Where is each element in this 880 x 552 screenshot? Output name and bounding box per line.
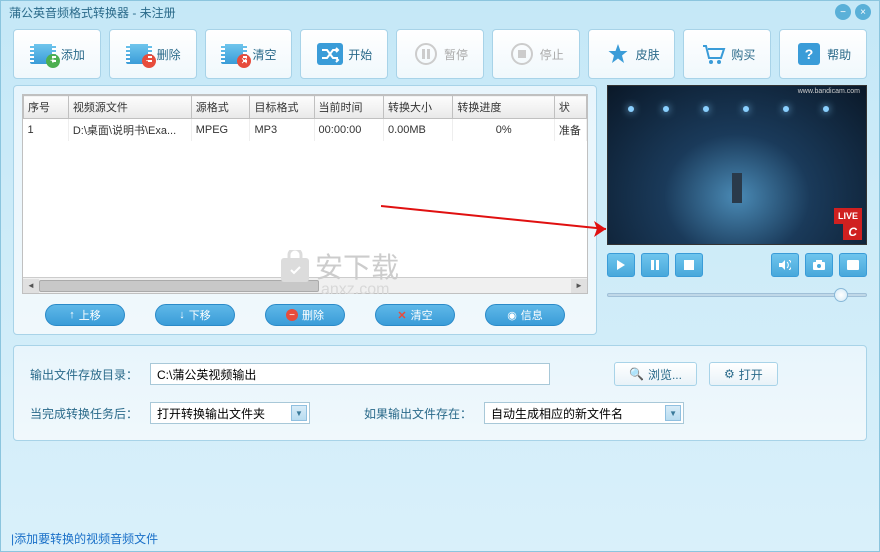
chevron-down-icon: ▼ <box>665 405 681 421</box>
move-down-button[interactable]: ↓下移 <box>155 304 235 326</box>
skin-button[interactable]: 皮肤 <box>588 29 676 79</box>
titlebar: 蒲公英音频格式转换器 - 未注册 − × <box>1 1 879 23</box>
close-button[interactable]: × <box>855 4 871 20</box>
list-delete-button[interactable]: −删除 <box>265 304 345 326</box>
minimize-button[interactable]: − <box>835 4 851 20</box>
play-button[interactable] <box>607 253 635 277</box>
pause-button[interactable]: 暂停 <box>396 29 484 79</box>
col-srcfmt[interactable]: 源格式 <box>191 96 250 119</box>
start-button[interactable]: 开始 <box>300 29 388 79</box>
info-icon: ◉ <box>507 309 517 322</box>
down-arrow-icon: ↓ <box>179 309 185 321</box>
app-window: 蒲公英音频格式转换器 - 未注册 − × + 添加 − 删除 ✕ 清空 开始 暂… <box>0 0 880 552</box>
seek-slider[interactable] <box>607 285 867 305</box>
col-size[interactable]: 转换大小 <box>383 96 452 119</box>
video-preview[interactable]: www.bandicam.com LIVE C <box>607 85 867 245</box>
col-index[interactable]: 序号 <box>24 96 69 119</box>
output-dir-input[interactable] <box>150 363 550 385</box>
main-toolbar: + 添加 − 删除 ✕ 清空 开始 暂停 停止 皮肤 购买 <box>1 23 879 85</box>
stop-button[interactable]: 停止 <box>492 29 580 79</box>
film-add-icon: + <box>29 42 57 66</box>
cart-icon <box>699 42 727 66</box>
list-action-bar: ↑上移 ↓下移 −删除 ✕清空 ◉信息 <box>22 304 588 326</box>
after-convert-label: 当完成转换任务后： <box>30 405 138 422</box>
col-tgtfmt[interactable]: 目标格式 <box>250 96 314 119</box>
up-arrow-icon: ↑ <box>69 309 75 321</box>
media-controls <box>607 253 867 277</box>
stop-icon <box>508 42 536 66</box>
file-table[interactable]: 序号 视频源文件 源格式 目标格式 当前时间 转换大小 转换进度 状 1 D:\… <box>22 94 588 294</box>
folder-search-icon: 🔍 <box>629 367 644 381</box>
move-up-button[interactable]: ↑上移 <box>45 304 125 326</box>
col-status[interactable]: 状 <box>554 96 586 119</box>
col-time[interactable]: 当前时间 <box>314 96 383 119</box>
clear-button[interactable]: ✕ 清空 <box>205 29 293 79</box>
pause-icon <box>412 42 440 66</box>
help-button[interactable]: ? 帮助 <box>779 29 867 79</box>
delete-button[interactable]: − 删除 <box>109 29 197 79</box>
col-source[interactable]: 视频源文件 <box>68 96 191 119</box>
media-pause-button[interactable] <box>641 253 669 277</box>
window-controls: − × <box>835 4 871 20</box>
table-row[interactable]: 1 D:\桌面\说明书\Exa... MPEG MP3 00:00:00 0.0… <box>24 119 587 142</box>
svg-text:?: ? <box>805 46 814 62</box>
star-icon <box>604 42 632 66</box>
x-icon: ✕ <box>397 309 406 322</box>
after-convert-combo[interactable]: 打开转换输出文件夹▼ <box>150 402 310 424</box>
snapshot-button[interactable] <box>805 253 833 277</box>
slider-thumb[interactable] <box>834 288 848 302</box>
chevron-down-icon: ▼ <box>291 405 307 421</box>
buy-button[interactable]: 购买 <box>683 29 771 79</box>
col-progress[interactable]: 转换进度 <box>453 96 554 119</box>
gear-icon: ⚙ <box>724 367 735 381</box>
volume-button[interactable] <box>771 253 799 277</box>
open-button[interactable]: ⚙打开 <box>709 362 778 386</box>
film-clear-icon: ✕ <box>220 42 248 66</box>
preview-watermark-url: www.bandicam.com <box>798 88 860 95</box>
file-list-panel: 序号 视频源文件 源格式 目标格式 当前时间 转换大小 转换进度 状 1 D:\… <box>13 85 597 335</box>
scroll-thumb[interactable] <box>39 280 319 292</box>
window-title: 蒲公英音频格式转换器 - 未注册 <box>9 4 176 21</box>
scroll-right-arrow[interactable]: ► <box>571 279 587 293</box>
output-settings-panel: 输出文件存放目录： 🔍浏览... ⚙打开 当完成转换任务后： 打开转换输出文件夹… <box>13 345 867 441</box>
live-badge: LIVE <box>834 208 862 224</box>
output-dir-label: 输出文件存放目录： <box>30 366 138 383</box>
help-icon: ? <box>795 42 823 66</box>
minus-icon: − <box>286 309 298 321</box>
fullscreen-button[interactable] <box>839 253 867 277</box>
film-delete-icon: − <box>125 42 153 66</box>
scroll-left-arrow[interactable]: ◄ <box>23 279 39 293</box>
horizontal-scrollbar[interactable]: ◄ ► <box>23 277 587 293</box>
add-button[interactable]: + 添加 <box>13 29 101 79</box>
file-exists-combo[interactable]: 自动生成相应的新文件名▼ <box>484 402 684 424</box>
preview-panel: www.bandicam.com LIVE C <box>607 85 867 335</box>
file-exists-label: 如果输出文件存在： <box>364 405 472 422</box>
status-bar: |添加要转换的视频音频文件 <box>11 530 158 547</box>
browse-button[interactable]: 🔍浏览... <box>614 362 697 386</box>
status-hint-link[interactable]: |添加要转换的视频音频文件 <box>11 532 158 546</box>
info-button[interactable]: ◉信息 <box>485 304 565 326</box>
shuffle-icon <box>316 42 344 66</box>
list-clear-button[interactable]: ✕清空 <box>375 304 455 326</box>
channel-logo: C <box>843 224 862 240</box>
media-stop-button[interactable] <box>675 253 703 277</box>
